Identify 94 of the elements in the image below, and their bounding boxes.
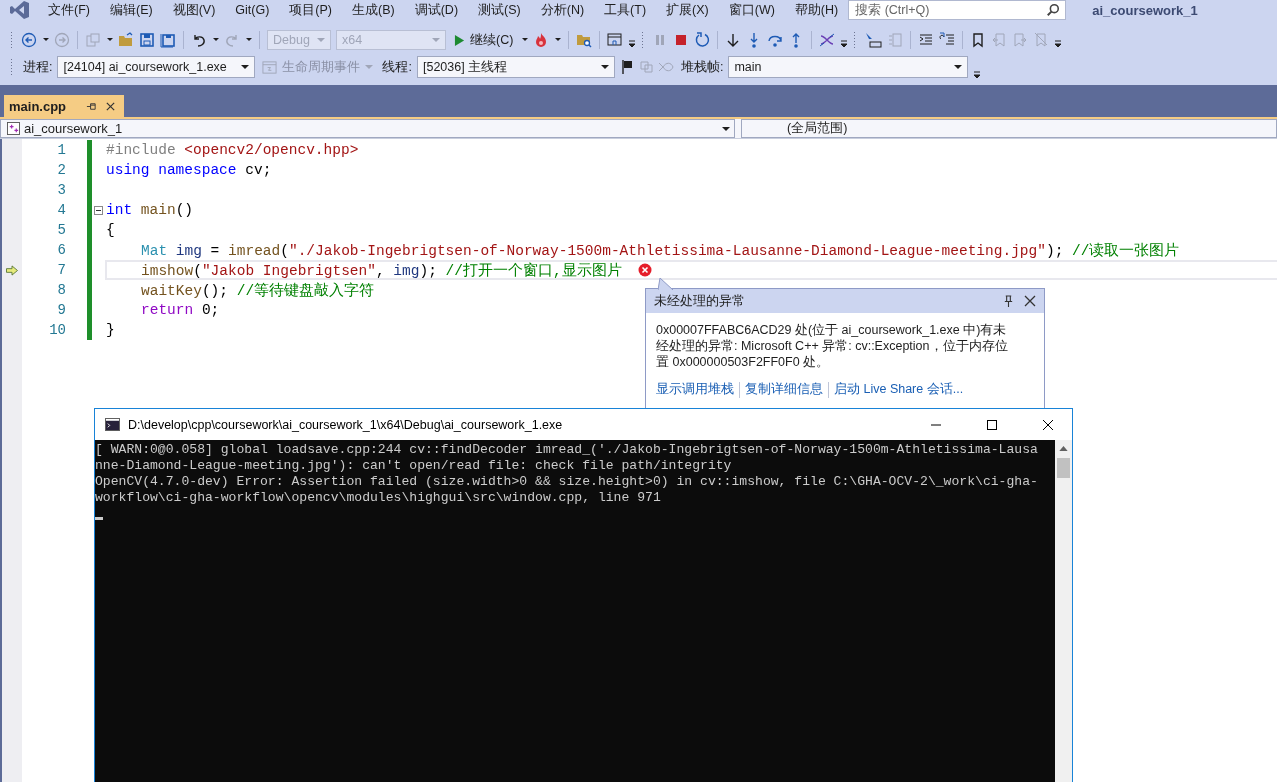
console-title: D:\develop\cpp\coursework\ai_coursework_1\x64\Debug\ai_coursework_1.exe bbox=[128, 417, 564, 432]
code-line: imshow("Jakob Ingebrigtsen", img); //打开一个窗口,显示图片 bbox=[141, 261, 622, 280]
restart-icon[interactable] bbox=[694, 32, 711, 48]
caret-icon bbox=[365, 65, 374, 69]
maximize-icon[interactable] bbox=[987, 419, 997, 430]
code-line: Mat img = imread("./Jakob-Ingebrigtsen-of-Norway-1500m-Athletissima-Lausanne-Diamond-League-meeting.jpg"); //读取一张图片 bbox=[141, 241, 1180, 260]
menu-item[interactable]: 编辑(E) bbox=[99, 1, 163, 19]
process-label: 进程: bbox=[23, 58, 53, 76]
line-number: 6 bbox=[57, 242, 66, 258]
caret-icon bbox=[432, 38, 440, 42]
menu-item[interactable]: 生成(B) bbox=[342, 1, 405, 19]
save-icon[interactable] bbox=[139, 32, 155, 48]
undo-icon[interactable] bbox=[191, 32, 207, 48]
caret-icon bbox=[954, 65, 963, 69]
menu-item[interactable]: 分析(N) bbox=[530, 1, 595, 19]
line-number: 4 bbox=[57, 202, 66, 218]
search-field[interactable]: 搜索 (Ctrl+Q) bbox=[848, 0, 1067, 20]
caret-icon bbox=[317, 38, 325, 42]
menu-item[interactable]: 工具(T) bbox=[594, 1, 657, 19]
continue-button[interactable]: 继续(C) bbox=[451, 31, 517, 49]
popup-link[interactable]: 复制详细信息 bbox=[745, 381, 823, 398]
pin-icon[interactable] bbox=[86, 100, 98, 112]
menu-item[interactable]: 视图(V) bbox=[162, 1, 226, 19]
menu-item[interactable]: 扩展(X) bbox=[656, 1, 719, 19]
thread-label: 线程: bbox=[382, 58, 412, 76]
save-all-icon[interactable] bbox=[160, 32, 176, 48]
grip-handle[interactable] bbox=[641, 31, 645, 49]
caret-icon bbox=[722, 126, 730, 131]
menu-item[interactable]: 测试(S) bbox=[468, 1, 531, 19]
code-line: waitKey(); //等待键盘敲入字符 bbox=[141, 281, 375, 300]
menu-item[interactable]: 项目(P) bbox=[279, 1, 342, 19]
popup-link[interactable]: 显示调用堆栈 bbox=[656, 381, 734, 398]
line-number: 9 bbox=[57, 302, 66, 318]
text-cursor bbox=[95, 517, 103, 520]
close-icon[interactable] bbox=[105, 100, 117, 112]
line-number: 3 bbox=[57, 182, 66, 198]
menu-item[interactable]: 帮助(H) bbox=[784, 1, 849, 19]
app-logo-icon bbox=[10, 0, 30, 20]
console-app-icon bbox=[105, 418, 120, 431]
folder-search-icon[interactable] bbox=[576, 32, 593, 48]
process-dropdown[interactable]: [24104] ai_coursework_1.exe bbox=[57, 56, 256, 78]
grip-handle[interactable] bbox=[10, 31, 13, 49]
stack-frame-label: 堆栈帧: bbox=[680, 58, 724, 76]
line-number: 8 bbox=[57, 282, 66, 298]
search-icon bbox=[1046, 3, 1061, 17]
line-number: 10 bbox=[49, 322, 66, 338]
menu-item[interactable]: 文件(F) bbox=[38, 1, 100, 19]
console-output-line: [ WARN:0@0.058] global loadsave.cpp:244 cv::findDecoder imread_('./Jakob-Ingebrigtsen-of-Norway-1500m-Athletissima-Lausa bbox=[95, 442, 1039, 458]
event-icon bbox=[262, 59, 278, 75]
folder-icon[interactable] bbox=[118, 32, 134, 48]
code-line: #include <opencv2/opencv.hpp> bbox=[106, 142, 359, 158]
cursor-icon[interactable] bbox=[864, 32, 883, 48]
project-icon bbox=[7, 122, 20, 135]
grip-handle[interactable] bbox=[853, 31, 857, 49]
line-number: 1 bbox=[57, 142, 66, 158]
console-output-line: nne-Diamond-League-meeting.jpg'): can't open/read file: check file path/integrity bbox=[95, 458, 733, 474]
scrollbar[interactable] bbox=[1055, 440, 1072, 782]
close-icon[interactable] bbox=[1024, 295, 1036, 307]
popup-title: 未经处理的异常 bbox=[654, 292, 746, 310]
outdent-icon[interactable] bbox=[939, 32, 956, 48]
file-tab[interactable]: main.cpp bbox=[4, 95, 125, 117]
back-icon[interactable] bbox=[21, 32, 37, 48]
scroll-up-icon[interactable] bbox=[1059, 446, 1068, 451]
exception-message: 0x00007FFABC6ACD29 处(位于 ai_coursework_1.exe 中)有未经处理的异常: Microsoft C++ 异常: cv::Exception，位于内存位置 0x000000503F2FF0F0 处。 bbox=[655, 322, 1009, 370]
code-line: return 0; bbox=[141, 302, 220, 318]
close-icon[interactable] bbox=[1043, 419, 1053, 430]
menu-item[interactable]: 窗口(W) bbox=[718, 1, 785, 19]
project-dropdown[interactable]: ai_coursework_1 bbox=[0, 119, 735, 138]
grip-handle[interactable] bbox=[10, 58, 13, 76]
line-number: 2 bbox=[57, 162, 66, 178]
stack-frame-dropdown[interactable]: main bbox=[728, 56, 969, 78]
scope-dropdown[interactable]: (全局范围) bbox=[741, 119, 1277, 138]
caret-icon bbox=[600, 65, 609, 69]
collapse-icon[interactable] bbox=[94, 205, 103, 215]
menu-item[interactable]: 调试(D) bbox=[404, 1, 469, 19]
caret-icon bbox=[241, 65, 250, 69]
pin-icon[interactable] bbox=[1003, 294, 1014, 308]
code-line: int main() bbox=[106, 202, 194, 218]
play-icon bbox=[454, 33, 465, 47]
thread-dropdown[interactable]: [52036] 主线程 bbox=[416, 56, 615, 78]
code-line: } bbox=[106, 322, 115, 338]
line-number: 7 bbox=[57, 262, 66, 278]
menu-item[interactable]: Git(G) bbox=[225, 3, 280, 17]
popup-link[interactable]: 启动 Live Share 会话... bbox=[834, 381, 964, 398]
flag-icon[interactable] bbox=[619, 59, 634, 75]
code-line: { bbox=[106, 222, 115, 238]
indent-icon[interactable] bbox=[918, 32, 935, 48]
console-output-line: workflow\ci-gha-workflow\opencv\modules\highgui\src\window.cpp, line 971 bbox=[95, 490, 662, 506]
line-number: 5 bbox=[57, 222, 66, 238]
window-icon[interactable] bbox=[607, 32, 624, 48]
console-output-line: OpenCV(4.7.0-dev) Error: Assertion failed (size.width>0 && size.height>0) in cv::imshow, file C:\GHA-OCV-2\_work\ci-gha- bbox=[95, 474, 1039, 490]
solution-title: ai_coursework_1 bbox=[1092, 2, 1198, 18]
scroll-thumb[interactable] bbox=[1057, 458, 1070, 478]
code-line: using namespace cv; bbox=[106, 162, 272, 178]
